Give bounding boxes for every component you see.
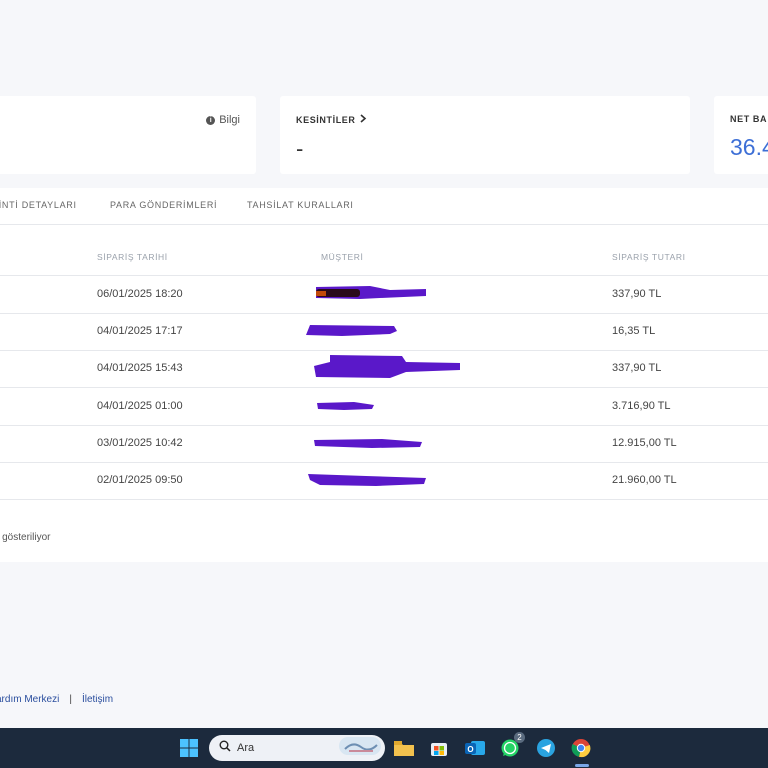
redacted-customer-scribble (314, 439, 422, 448)
order-amount: 12.915,00 TL (612, 437, 677, 449)
active-app-indicator (575, 764, 589, 767)
whatsapp-icon[interactable]: 2 (497, 732, 525, 761)
notification-badge: 2 (514, 732, 525, 743)
order-date: 04/01/2025 17:17 (97, 325, 183, 337)
telegram-icon[interactable] (533, 735, 559, 761)
table-row[interactable]: 03/01/2025 10:42 12.915,00 TL (0, 425, 768, 463)
order-date: 03/01/2025 10:42 (97, 437, 183, 449)
orders-panel: SİNTİ DETAYLARI PARA GÖNDERİMLERİ TAHSİL… (0, 188, 768, 562)
help-center-link[interactable]: ardım Merkezi (0, 694, 59, 705)
contact-link[interactable]: İletişim (82, 694, 113, 705)
windows-start-icon[interactable] (176, 735, 202, 761)
kesintiler-title: KESİNTİLER (296, 114, 356, 125)
microsoft-store-icon[interactable] (426, 735, 452, 761)
redacted-customer-scribble (308, 474, 426, 486)
order-amount: 16,35 TL (612, 325, 656, 337)
order-date: 04/01/2025 15:43 (97, 362, 183, 374)
header-order-date[interactable]: SİPARİŞ TARİHİ (97, 252, 168, 262)
kesintiler-link[interactable]: KESİNTİLER (296, 114, 367, 125)
net-balance-card: NET BA 36.4 (714, 96, 768, 174)
tab-tahsilat-kurallari[interactable]: TAHSİLAT KURALLARI (247, 200, 354, 210)
order-amount: 21.960,00 TL (612, 474, 677, 486)
order-amount: 337,90 TL (612, 362, 662, 374)
header-order-amount[interactable]: SİPARİŞ TUTARI (612, 252, 686, 262)
redacted-customer-scribble (317, 402, 374, 410)
search-placeholder: Ara (237, 742, 255, 754)
net-balance-title: NET BA (730, 114, 768, 124)
redacted-customer-scribble (306, 325, 397, 336)
chrome-icon[interactable] (568, 735, 594, 761)
order-date: 04/01/2025 01:00 (97, 400, 183, 412)
tab-bar: SİNTİ DETAYLARI PARA GÖNDERİMLERİ TAHSİL… (0, 188, 768, 225)
info-card: i Bilgi (0, 96, 256, 174)
svg-text:O: O (467, 745, 473, 754)
order-date: 06/01/2025 18:20 (97, 288, 183, 300)
redacted-customer-scribble (316, 286, 426, 299)
order-date: 02/01/2025 09:50 (97, 474, 183, 486)
footer-links: ardım Merkezi | İletişim (0, 694, 113, 705)
tab-kesinti-detaylari[interactable]: SİNTİ DETAYLARI (0, 200, 77, 210)
outlook-icon[interactable]: O (462, 735, 488, 761)
kesintiler-value: - (296, 136, 304, 161)
search-highlight-image-icon (339, 736, 381, 760)
table-row[interactable]: 04/01/2025 15:43 337,90 TL (0, 350, 768, 388)
info-link-label: Bilgi (219, 114, 240, 126)
table-row[interactable]: 04/01/2025 01:00 3.716,90 TL (0, 388, 768, 426)
order-amount: 337,90 TL (612, 288, 662, 300)
header-customer[interactable]: MÜŞTERİ (321, 252, 363, 262)
order-amount: 3.716,90 TL (612, 400, 671, 412)
link-separator: | (69, 694, 72, 705)
table-row[interactable]: 02/01/2025 09:50 21.960,00 TL (0, 462, 768, 500)
pagination-info: r gösteriliyor (0, 532, 51, 543)
search-icon (219, 739, 231, 757)
kesintiler-card: KESİNTİLER - (280, 96, 690, 174)
table-row[interactable]: 06/01/2025 18:20 337,90 TL (0, 276, 768, 314)
table-row[interactable]: 04/01/2025 17:17 16,35 TL (0, 313, 768, 351)
info-icon: i (206, 115, 216, 125)
taskbar-search[interactable]: Ara (209, 735, 385, 761)
info-link[interactable]: i Bilgi (206, 114, 240, 126)
taskbar: Ara O 2 (0, 728, 768, 768)
redacted-customer-scribble (314, 355, 460, 378)
table-header: SİPARİŞ TARİHİ MÜŞTERİ SİPARİŞ TUTARI (0, 224, 768, 276)
tab-para-gonderimleri[interactable]: PARA GÖNDERİMLERİ (110, 200, 217, 210)
file-explorer-icon[interactable] (391, 735, 417, 761)
net-balance-value: 36.4 (730, 134, 768, 160)
chevron-right-icon (359, 114, 367, 125)
